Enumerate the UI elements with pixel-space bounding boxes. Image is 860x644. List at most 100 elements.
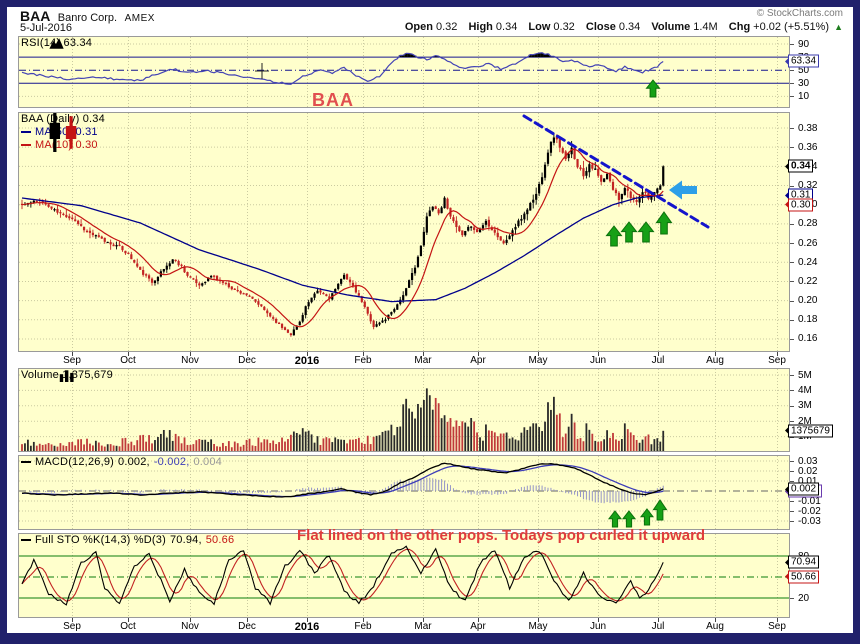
month-label: Aug <box>706 621 724 632</box>
y-tick-label: 0.36 <box>798 141 818 153</box>
tag-notch-icon <box>781 572 789 581</box>
price-tag: 70.94 <box>785 555 820 569</box>
y-tick-mark <box>790 96 794 98</box>
change-label: Chg <box>728 21 751 33</box>
y-tick-label: 3M <box>798 400 812 412</box>
y-tick-label: 0.38 <box>798 122 818 134</box>
y-tick-label: 10 <box>798 90 810 102</box>
tag-notch-icon <box>781 558 789 567</box>
price-tag: 0.30 <box>785 198 814 212</box>
month-label: Dec <box>238 355 256 366</box>
tag-notch-icon <box>781 162 789 171</box>
stochastics-panel: Full STO %K(14,3) %D(3) 70.94, 50.66 <box>18 533 790 618</box>
y-tick-label: 0.16 <box>798 333 818 345</box>
low-value: 0.32 <box>553 21 575 33</box>
annotation-symbol-label: BAA <box>312 90 354 110</box>
y-tick-label: 30 <box>798 77 810 89</box>
month-label: Jun <box>589 355 607 366</box>
macd-legend: MACD(12,26,9) 0.002, -0.002, 0.004 <box>21 456 222 469</box>
rsi-panel: RSI(14) 63.34 <box>18 36 790 108</box>
rsi-legend: RSI(14) 63.34 <box>21 37 92 50</box>
y-tick-mark <box>790 421 794 423</box>
y-tick-label: 90 <box>798 38 810 50</box>
price-tag: 0.002 <box>785 482 820 496</box>
month-label: Nov <box>181 355 199 366</box>
month-label: Nov <box>181 621 199 632</box>
y-tick-label: 0.24 <box>798 256 818 268</box>
low-label: Low <box>528 21 551 33</box>
y-tick-mark <box>790 405 794 407</box>
month-label: Apr <box>470 621 486 632</box>
price-tag: 50.66 <box>785 570 820 584</box>
rsi-plot <box>18 36 790 108</box>
month-label: 2016 <box>294 355 320 367</box>
y-tick-mark <box>790 598 794 599</box>
candlestick-icon <box>49 113 77 152</box>
macd-y-axis: 0.030.020.010.00-0.01-0.02-0.03-0.0020.0… <box>785 455 858 530</box>
month-label: Jun <box>589 621 607 632</box>
month-label: 2016 <box>294 621 320 633</box>
tag-notch-icon <box>781 426 789 435</box>
y-tick-mark <box>790 521 794 522</box>
macd-line-icon <box>21 461 31 463</box>
y-tick-mark <box>790 262 794 264</box>
y-tick-mark <box>790 390 794 392</box>
annotation-note-text: Flat lined on the other pops. Todays pop… <box>297 527 706 544</box>
y-tick-mark <box>790 281 794 283</box>
open-label: Open <box>404 21 433 33</box>
month-label: Mar <box>414 621 432 632</box>
price-tag: 1375679 <box>785 424 833 438</box>
price-tag: 63.34 <box>785 54 820 68</box>
month-label: May <box>528 621 548 632</box>
macd-value: 0.002, <box>118 456 150 468</box>
volume-y-axis: 5M4M3M2M1M1375679 <box>785 368 858 452</box>
tag-notch-icon <box>781 200 789 209</box>
month-label: Apr <box>470 355 486 366</box>
y-tick-mark <box>790 147 794 149</box>
y-tick-mark <box>790 83 794 85</box>
tag-notch-icon <box>781 57 789 66</box>
month-label: Jul <box>651 621 665 632</box>
y-tick-mark <box>790 375 794 376</box>
quote-summary: Open 0.32 High 0.34 Low 0.32 Close 0.34 Volu… <box>397 21 843 33</box>
y-tick-label: 5M <box>798 369 812 381</box>
y-tick-label: 0.28 <box>798 218 818 230</box>
volume-plot <box>18 368 790 452</box>
y-tick-mark <box>790 319 794 321</box>
month-label: Dec <box>238 621 256 632</box>
price-legend: BAA (Daily) 0.34 MA(50) 0.31 MA(10) 0.30 <box>21 113 105 152</box>
stochastics-legend: Full STO %K(14,3) %D(3) 70.94, 50.66 <box>21 534 234 547</box>
month-label: Oct <box>120 621 136 632</box>
sto-k-value: 70.94, <box>169 534 202 546</box>
chart-date: 5-Jul-2016 <box>20 22 72 34</box>
y-tick-mark <box>790 461 794 462</box>
y-tick-mark <box>790 300 794 302</box>
month-label: Aug <box>706 355 724 366</box>
price-tag: 0.34 <box>785 159 814 173</box>
exchange-name: AMEX <box>124 13 155 24</box>
y-tick-mark <box>790 70 794 72</box>
y-tick-mark <box>790 44 794 45</box>
up-triangle-icon: ▲ <box>834 22 843 32</box>
month-label: Jul <box>651 355 665 366</box>
y-tick-label: 20 <box>798 592 810 604</box>
macd-hist-value: 0.004 <box>193 456 222 468</box>
macd-legend-name: MACD(12,26,9) <box>35 456 115 468</box>
copyright-label: © StockCharts.com <box>756 8 843 19</box>
tag-notch-icon <box>781 485 789 493</box>
sto-legend-name: Full STO %K(14,3) %D(3) <box>35 534 166 546</box>
macd-panel: MACD(12,26,9) 0.002, -0.002, 0.004 <box>18 455 790 530</box>
price-plot <box>18 112 790 352</box>
month-label: Sep <box>768 355 786 366</box>
month-label: May <box>528 355 548 366</box>
price-panel: BAA (Daily) 0.34 MA(50) 0.31 MA(10) 0.30 <box>18 112 790 352</box>
y-tick-mark <box>790 501 794 502</box>
y-tick-label: 0.22 <box>798 275 818 287</box>
y-tick-mark <box>790 223 794 225</box>
month-label: Sep <box>63 621 81 632</box>
sto-d-value: 50.66 <box>205 534 235 546</box>
close-value: 0.34 <box>618 21 641 33</box>
y-tick-label: 4M <box>798 384 812 396</box>
y-tick-mark <box>790 338 794 340</box>
volume-legend: Volume 1,375,679 <box>21 369 113 382</box>
